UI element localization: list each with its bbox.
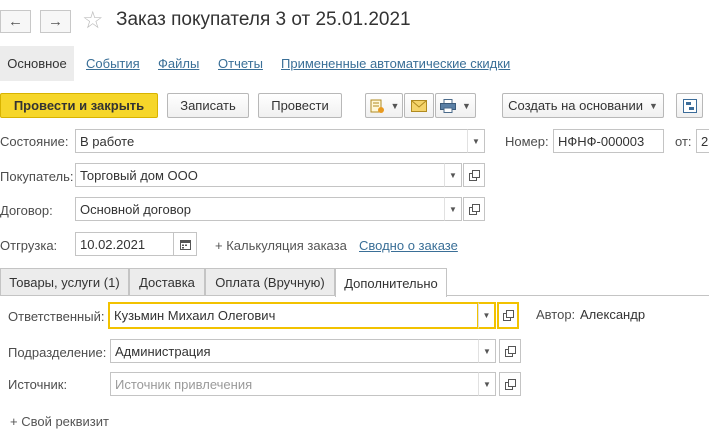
print-dropdown[interactable]: ▼ xyxy=(435,93,476,118)
contract-field[interactable]: Основной договор xyxy=(75,197,445,221)
source-dropdown-button[interactable]: ▼ xyxy=(478,372,496,396)
chevron-down-icon: ▼ xyxy=(483,379,491,389)
open-icon xyxy=(502,310,514,321)
page-title: Заказ покупателя 3 от 25.01.2021 xyxy=(116,9,411,30)
order-summary-link[interactable]: Сводно о заказе xyxy=(359,238,458,253)
add-custom-attribute-link[interactable]: + Свой реквизит xyxy=(10,414,109,429)
chevron-down-icon: ▼ xyxy=(648,100,658,111)
chevron-down-icon: ▼ xyxy=(462,100,471,111)
chevron-down-icon: ▼ xyxy=(449,204,457,214)
open-icon xyxy=(468,169,480,181)
nav-item-auto-discounts[interactable]: Примененные автоматические скидки xyxy=(281,56,510,71)
create-based-on-label: Создать на основании xyxy=(508,98,643,113)
tab-additional[interactable]: Дополнительно xyxy=(335,268,447,297)
status-field[interactable]: В работе xyxy=(75,129,468,153)
order-calculation-link[interactable]: + Калькуляция заказа xyxy=(215,238,347,253)
buyer-label: Покупатель: xyxy=(0,169,74,184)
document-add-icon xyxy=(370,99,384,113)
chevron-down-icon: ▼ xyxy=(390,100,400,111)
structure-icon xyxy=(682,98,697,113)
contract-open-button[interactable] xyxy=(463,197,485,221)
printer-icon xyxy=(440,98,457,113)
arrow-right-icon: → xyxy=(48,13,63,30)
nav-item-files[interactable]: Файлы xyxy=(158,56,199,71)
shipment-label: Отгрузка: xyxy=(0,238,58,253)
department-label: Подразделение: xyxy=(8,345,107,360)
responsible-open-button[interactable] xyxy=(497,302,519,329)
post-button[interactable]: Провести xyxy=(258,93,342,118)
responsible-dropdown-button[interactable]: ▼ xyxy=(478,302,496,329)
envelope-icon xyxy=(411,99,427,112)
arrow-left-icon: ← xyxy=(8,13,23,30)
calendar-button[interactable] xyxy=(173,232,197,256)
forward-button[interactable]: → xyxy=(40,10,71,33)
department-field[interactable]: Администрация xyxy=(110,339,479,363)
source-field[interactable]: Источник привлечения xyxy=(110,372,479,396)
chevron-down-icon: ▼ xyxy=(449,170,457,180)
department-open-button[interactable] xyxy=(499,339,521,363)
structure-button[interactable] xyxy=(676,93,703,118)
contract-label: Договор: xyxy=(0,203,53,218)
calendar-icon xyxy=(179,239,191,250)
chevron-down-icon: ▼ xyxy=(482,311,491,320)
save-button[interactable]: Записать xyxy=(167,93,249,118)
tab-delivery[interactable]: Доставка xyxy=(129,268,205,296)
contract-dropdown-button[interactable]: ▼ xyxy=(444,197,462,221)
buyer-dropdown-button[interactable]: ▼ xyxy=(444,163,462,187)
add-document-dropdown[interactable]: ▼ xyxy=(365,93,403,118)
tab-payment[interactable]: Оплата (Вручную) xyxy=(205,268,335,296)
number-label: Номер: xyxy=(505,134,549,149)
nav-item-events[interactable]: События xyxy=(86,56,140,71)
department-dropdown-button[interactable]: ▼ xyxy=(478,339,496,363)
open-icon xyxy=(504,378,516,390)
mail-button[interactable] xyxy=(404,93,434,118)
author-label: Автор: xyxy=(536,307,576,322)
responsible-label: Ответственный: xyxy=(8,309,105,324)
star-icon[interactable]: ☆ xyxy=(82,7,104,35)
tab-goods-services[interactable]: Товары, услуги (1) xyxy=(0,268,129,296)
buyer-open-button[interactable] xyxy=(463,163,485,187)
nav-item-main[interactable]: Основное xyxy=(0,46,74,81)
status-label: Состояние: xyxy=(0,134,69,149)
open-icon xyxy=(468,203,480,215)
source-open-button[interactable] xyxy=(499,372,521,396)
back-button[interactable]: ← xyxy=(0,10,31,33)
responsible-field[interactable]: Кузьмин Михаил Олегович xyxy=(108,302,479,329)
shipment-date-field[interactable]: 10.02.2021 xyxy=(75,232,174,256)
chevron-down-icon: ▼ xyxy=(472,136,480,146)
source-label: Источник: xyxy=(8,377,68,392)
author-value: Александр xyxy=(580,307,646,322)
nav-item-reports[interactable]: Отчеты xyxy=(218,56,263,71)
create-based-on-dropdown[interactable]: Создать на основании ▼ xyxy=(502,93,664,118)
chevron-down-icon: ▼ xyxy=(483,346,491,356)
buyer-field[interactable]: Торговый дом ООО xyxy=(75,163,445,187)
status-dropdown-button[interactable]: ▼ xyxy=(467,129,485,153)
number-field[interactable]: НФНФ-000003 xyxy=(553,129,664,153)
date-from-label: от: xyxy=(675,134,692,149)
post-and-close-button[interactable]: Провести и закрыть xyxy=(0,93,158,118)
open-icon xyxy=(504,345,516,357)
date-field[interactable]: 25 xyxy=(696,129,709,153)
